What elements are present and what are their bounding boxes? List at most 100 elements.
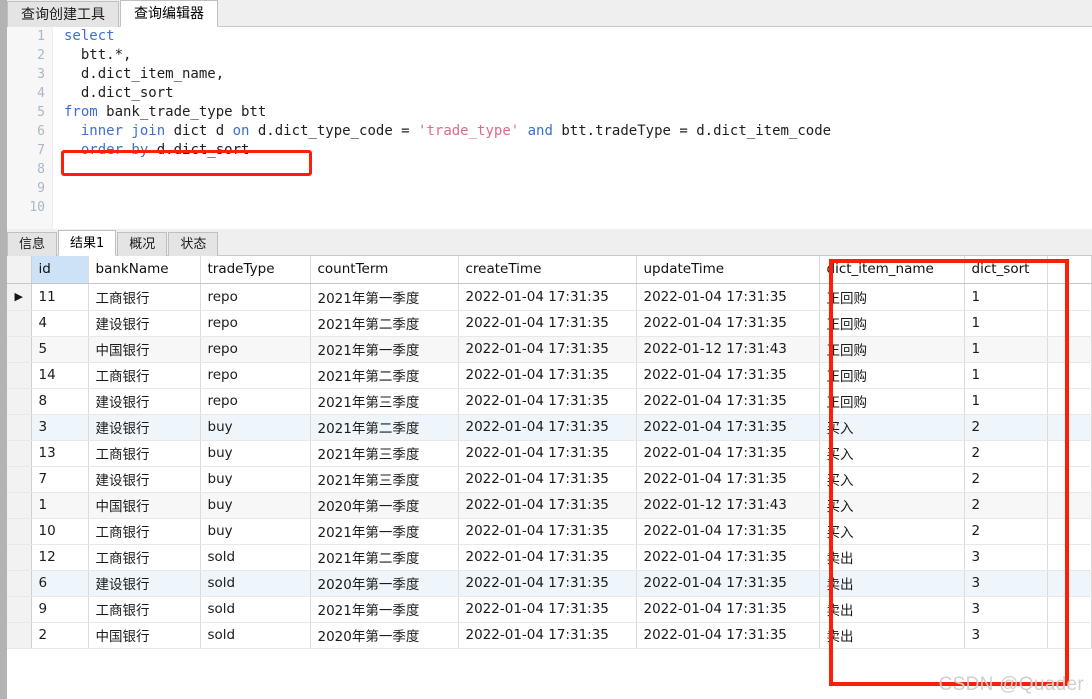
cell-bankName[interactable]: 工商银行	[88, 362, 201, 389]
sql-line[interactable]: select	[54, 27, 1092, 46]
table-row[interactable]: 5 中国银行 repo 2021年第一季度 2022-01-04 17:31:35 202…	[7, 336, 1092, 363]
cell-id[interactable]: 8	[31, 388, 89, 415]
column-header-bankName[interactable]: bankName	[88, 256, 201, 284]
cell-id[interactable]: 12	[31, 544, 89, 571]
column-header-updateTime[interactable]: updateTime	[636, 256, 820, 284]
cell-tradeType[interactable]: sold	[200, 544, 311, 571]
column-header-dict_item_name[interactable]: dict_item_name	[819, 256, 965, 284]
cell-dict_sort[interactable]: 1	[964, 310, 1048, 337]
table-row[interactable]: 4 建设银行 repo 2021年第二季度 2022-01-04 17:31:35 202…	[7, 310, 1092, 337]
column-header-countTerm[interactable]: countTerm	[310, 256, 459, 284]
cell-updateTime[interactable]: 2022-01-04 17:31:35	[636, 596, 820, 623]
cell-dict_sort[interactable]: 2	[964, 466, 1048, 493]
cell-id[interactable]: 3	[31, 414, 89, 441]
cell-updateTime[interactable]: 2022-01-04 17:31:35	[636, 466, 820, 493]
row-indicator-cell[interactable]	[7, 310, 32, 337]
row-indicator-cell[interactable]	[7, 518, 32, 545]
cell-countTerm[interactable]: 2021年第三季度	[310, 440, 459, 467]
cell-createTime[interactable]: 2022-01-04 17:31:35	[458, 310, 637, 337]
table-row[interactable]: 9 工商银行 sold 2021年第一季度 2022-01-04 17:31:35 202…	[7, 596, 1092, 623]
cell-updateTime[interactable]: 2022-01-04 17:31:35	[636, 388, 820, 415]
cell-bankName[interactable]: 工商银行	[88, 518, 201, 545]
cell-countTerm[interactable]: 2021年第一季度	[310, 518, 459, 545]
cell-tradeType[interactable]: buy	[200, 440, 311, 467]
editor-tab-0[interactable]: 查询创建工具	[7, 1, 119, 27]
sql-line[interactable]	[54, 198, 1092, 217]
row-indicator-cell[interactable]	[7, 440, 32, 467]
cell-dict_sort[interactable]: 2	[964, 440, 1048, 467]
cell-updateTime[interactable]: 2022-01-04 17:31:35	[636, 544, 820, 571]
cell-id[interactable]: 13	[31, 440, 89, 467]
cell-countTerm[interactable]: 2021年第二季度	[310, 544, 459, 571]
cell-bankName[interactable]: 工商银行	[88, 440, 201, 467]
cell-updateTime[interactable]: 2022-01-12 17:31:43	[636, 336, 820, 363]
result-tab-2[interactable]: 概况	[117, 232, 168, 256]
cell-dict_sort[interactable]: 1	[964, 283, 1048, 311]
table-row[interactable]: ▶ 11 工商银行 repo 2021年第一季度 2022-01-04 17:31:35 2…	[7, 283, 1092, 311]
cell-dict_sort[interactable]: 3	[964, 570, 1048, 597]
cell-createTime[interactable]: 2022-01-04 17:31:35	[458, 518, 637, 545]
cell-updateTime[interactable]: 2022-01-04 17:31:35	[636, 362, 820, 389]
row-indicator-cell[interactable]	[7, 362, 32, 389]
cell-id[interactable]: 2	[31, 622, 89, 649]
sql-line[interactable]: d.dict_sort	[54, 84, 1092, 103]
sql-line[interactable]: d.dict_item_name,	[54, 65, 1092, 84]
cell-countTerm[interactable]: 2021年第一季度	[310, 336, 459, 363]
cell-tradeType[interactable]: sold	[200, 596, 311, 623]
table-row[interactable]: 13 工商银行 buy 2021年第三季度 2022-01-04 17:31:35 202…	[7, 440, 1092, 467]
cell-createTime[interactable]: 2022-01-04 17:31:35	[458, 362, 637, 389]
cell-countTerm[interactable]: 2021年第一季度	[310, 596, 459, 623]
sql-editor[interactable]: 1 2 3 4 5 6 7 8 9 10 select btt.*, d.dict_item_na…	[7, 27, 1092, 229]
cell-bankName[interactable]: 中国银行	[88, 492, 201, 519]
cell-updateTime[interactable]: 2022-01-04 17:31:35	[636, 570, 820, 597]
cell-dict_sort[interactable]: 2	[964, 414, 1048, 441]
cell-dict_sort[interactable]: 1	[964, 388, 1048, 415]
result-tab-3[interactable]: 状态	[168, 232, 219, 256]
column-header-id[interactable]: id	[31, 256, 89, 284]
cell-id[interactable]: 1	[31, 492, 89, 519]
cell-tradeType[interactable]: buy	[200, 492, 311, 519]
cell-dict_item_name[interactable]: 正回购	[819, 310, 965, 337]
row-indicator-cell[interactable]: ▶	[7, 283, 32, 311]
row-indicator-cell[interactable]	[7, 414, 32, 441]
cell-countTerm[interactable]: 2021年第二季度	[310, 310, 459, 337]
sql-line[interactable]: from bank_trade_type btt	[54, 103, 1092, 122]
table-row[interactable]: 7 建设银行 buy 2021年第三季度 2022-01-04 17:31:35 2022…	[7, 466, 1092, 493]
cell-countTerm[interactable]: 2021年第三季度	[310, 466, 459, 493]
cell-dict_item_name[interactable]: 卖出	[819, 570, 965, 597]
cell-dict_item_name[interactable]: 买入	[819, 518, 965, 545]
cell-tradeType[interactable]: sold	[200, 570, 311, 597]
cell-bankName[interactable]: 建设银行	[88, 310, 201, 337]
row-indicator-cell[interactable]	[7, 622, 32, 649]
row-indicator-cell[interactable]	[7, 570, 32, 597]
row-indicator-cell[interactable]	[7, 596, 32, 623]
row-indicator-cell[interactable]	[7, 336, 32, 363]
cell-id[interactable]: 9	[31, 596, 89, 623]
cell-dict_item_name[interactable]: 买入	[819, 466, 965, 493]
cell-id[interactable]: 11	[31, 283, 89, 311]
cell-bankName[interactable]: 工商银行	[88, 596, 201, 623]
result-grid[interactable]: id bankName tradeType countTerm createTime up…	[7, 256, 1092, 699]
table-row[interactable]: 12 工商银行 sold 2021年第二季度 2022-01-04 17:31:35 20…	[7, 544, 1092, 571]
cell-tradeType[interactable]: sold	[200, 622, 311, 649]
cell-updateTime[interactable]: 2022-01-04 17:31:35	[636, 440, 820, 467]
cell-dict_sort[interactable]: 3	[964, 622, 1048, 649]
cell-dict_sort[interactable]: 1	[964, 336, 1048, 363]
cell-dict_item_name[interactable]: 卖出	[819, 544, 965, 571]
cell-dict_sort[interactable]: 2	[964, 518, 1048, 545]
cell-dict_sort[interactable]: 1	[964, 362, 1048, 389]
cell-createTime[interactable]: 2022-01-04 17:31:35	[458, 466, 637, 493]
row-indicator-cell[interactable]	[7, 466, 32, 493]
cell-id[interactable]: 14	[31, 362, 89, 389]
table-row[interactable]: 14 工商银行 repo 2021年第二季度 2022-01-04 17:31:35 20…	[7, 362, 1092, 389]
table-row[interactable]: 6 建设银行 sold 2020年第一季度 2022-01-04 17:31:35 202…	[7, 570, 1092, 597]
cell-updateTime[interactable]: 2022-01-04 17:31:35	[636, 414, 820, 441]
cell-tradeType[interactable]: repo	[200, 310, 311, 337]
cell-dict_sort[interactable]: 3	[964, 596, 1048, 623]
result-tab-0[interactable]: 信息	[7, 232, 58, 256]
result-tab-1[interactable]: 结果1	[58, 230, 117, 256]
cell-bankName[interactable]: 建设银行	[88, 388, 201, 415]
cell-bankName[interactable]: 建设银行	[88, 570, 201, 597]
cell-updateTime[interactable]: 2022-01-04 17:31:35	[636, 283, 820, 311]
table-row[interactable]: 2 中国银行 sold 2020年第一季度 2022-01-04 17:31:35 202…	[7, 622, 1092, 649]
